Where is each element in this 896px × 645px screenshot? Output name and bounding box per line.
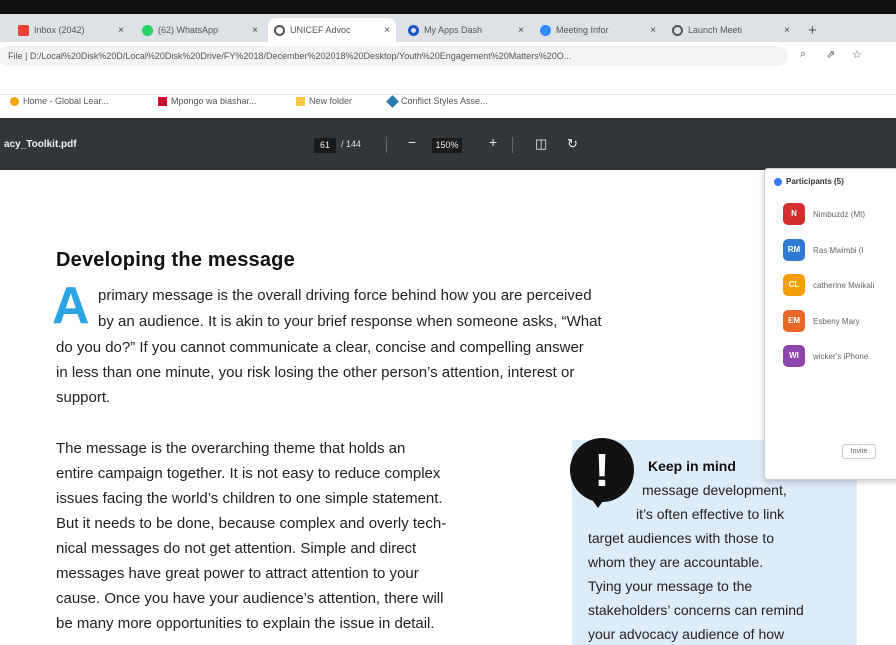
divider bbox=[512, 137, 513, 153]
paragraph-line: But it needs to be done, because complex… bbox=[56, 515, 447, 532]
exclamation-icon: ! bbox=[570, 438, 634, 502]
callout-line: whom they are accountable. bbox=[588, 554, 764, 570]
bookmark-conflict-styles[interactable]: Conflict Styles Asse... bbox=[386, 94, 488, 108]
avatar: WI bbox=[783, 345, 805, 367]
invite-button[interactable]: Invite bbox=[842, 444, 876, 459]
zoom-icon[interactable]: ⌕ bbox=[800, 48, 806, 61]
paragraph-line: support. bbox=[56, 389, 111, 406]
zoom-in-button[interactable]: + bbox=[489, 134, 497, 150]
tab-label: Inbox (2042) bbox=[34, 25, 85, 35]
page-total: / 144 bbox=[341, 139, 362, 149]
paragraph-line: by an audience. It is akin to your brief… bbox=[98, 313, 602, 330]
paragraph-line: nical messages do not get attention. Sim… bbox=[56, 540, 417, 557]
zoom-input[interactable]: 150% bbox=[432, 138, 462, 153]
share-icon[interactable]: ⇗ bbox=[826, 48, 835, 61]
bookmark-mpongo[interactable]: Mpongo wa biashar... bbox=[158, 96, 257, 106]
tab-label: Launch Meeti bbox=[688, 25, 743, 35]
callout-line: stakeholders’ concerns can remind bbox=[588, 602, 804, 618]
participants-title: Participants (5) bbox=[774, 177, 844, 186]
new-tab-button[interactable]: + bbox=[808, 22, 817, 39]
bookmark-home-global[interactable]: Home - Global Lear... bbox=[10, 96, 109, 106]
tab-label: My Apps Dash bbox=[424, 25, 483, 35]
participant-name: Ras Mwimbi (I bbox=[813, 245, 864, 255]
diamond-icon bbox=[386, 94, 399, 108]
gmail-icon bbox=[18, 24, 29, 36]
close-icon[interactable]: × bbox=[252, 25, 258, 36]
callout-line: message development, bbox=[642, 482, 787, 498]
participant-item[interactable]: RM Ras Mwimbi (I bbox=[783, 239, 864, 261]
avatar: CL bbox=[783, 274, 805, 296]
callout-line: target audiences with those to bbox=[588, 530, 775, 546]
zoom-icon bbox=[540, 24, 551, 36]
tab-whatsapp[interactable]: (62) WhatsApp × bbox=[136, 18, 264, 42]
tab-inbox[interactable]: Inbox (2042) × bbox=[12, 18, 130, 42]
paragraph-line: do you do?” If you cannot communicate a … bbox=[56, 339, 584, 356]
bookmark-icon bbox=[10, 96, 19, 106]
paragraph-line: primary message is the overall driving f… bbox=[98, 287, 592, 304]
folder-icon bbox=[296, 96, 305, 106]
paragraph-line: entire campaign together. It is not easy… bbox=[56, 465, 441, 482]
participant-name: Nimbuzdz (Mt) bbox=[813, 209, 866, 219]
participant-item[interactable]: CL catherine Mwikali bbox=[783, 274, 874, 296]
tab-my-apps[interactable]: My Apps Dash × bbox=[402, 18, 530, 42]
participant-name: catherine Mwikali bbox=[813, 280, 875, 290]
participant-name: Esbeny Mary bbox=[813, 316, 860, 326]
avatar: N bbox=[783, 203, 805, 225]
bookmark-icon bbox=[158, 96, 167, 106]
bookmark-new-folder[interactable]: New folder bbox=[296, 96, 352, 106]
paragraph-line: cause. Once you have your audience’s att… bbox=[56, 590, 444, 607]
close-icon[interactable]: × bbox=[118, 25, 124, 36]
paragraph-line: in less than one minute, you risk losing… bbox=[56, 364, 575, 381]
section-heading: Developing the message bbox=[56, 249, 295, 271]
callout-title: Keep in mind bbox=[648, 458, 736, 474]
participant-item[interactable]: WI wicker's iPhone bbox=[783, 345, 868, 367]
avatar: EM bbox=[783, 310, 805, 332]
fit-page-icon[interactable]: ◫ bbox=[535, 136, 547, 152]
close-icon[interactable]: × bbox=[650, 25, 656, 36]
participant-name: wicker's iPhone bbox=[813, 351, 869, 361]
zoom-out-button[interactable]: − bbox=[408, 134, 416, 150]
app-window: Inbox (2042) × (62) WhatsApp × UNICEF Ad… bbox=[0, 0, 896, 645]
divider bbox=[386, 137, 387, 153]
globe-icon bbox=[274, 24, 285, 36]
tab-meeting-info[interactable]: Meeting Infor × bbox=[534, 18, 662, 42]
tab-launch-meeting[interactable]: Launch Meeti × bbox=[666, 18, 796, 42]
tab-unicef-advocacy[interactable]: UNICEF Advoc × bbox=[268, 18, 396, 42]
close-icon[interactable]: × bbox=[518, 25, 524, 36]
paragraph-line: messages have great power to attract att… bbox=[56, 565, 419, 582]
paragraph-line: be many more opportunities to explain th… bbox=[56, 615, 435, 632]
avatar: RM bbox=[783, 239, 805, 261]
tab-label: Meeting Infor bbox=[556, 25, 609, 35]
page-number-input[interactable]: 61 bbox=[314, 138, 336, 153]
globe-icon bbox=[672, 24, 683, 36]
tab-label: UNICEF Advoc bbox=[290, 25, 351, 35]
participant-item[interactable]: N Nimbuzdz (Mt) bbox=[783, 203, 865, 225]
rotate-icon[interactable]: ↻ bbox=[567, 136, 578, 152]
address-bar[interactable]: File | D:/Local%20Disk%20D/Local%20Disk%… bbox=[0, 46, 788, 66]
pdf-filename: acy_Toolkit.pdf bbox=[4, 139, 77, 150]
participant-item[interactable]: EM Esbeny Mary bbox=[783, 310, 860, 332]
paragraph-line: issues facing the world’s children to on… bbox=[56, 490, 443, 507]
zoom-icon bbox=[774, 177, 782, 186]
close-icon[interactable]: × bbox=[784, 25, 790, 36]
bookmarks-bar bbox=[0, 72, 896, 95]
whatsapp-icon bbox=[142, 24, 153, 36]
okta-icon bbox=[408, 24, 419, 36]
star-icon[interactable]: ☆ bbox=[852, 48, 862, 61]
tab-label: (62) WhatsApp bbox=[158, 25, 219, 35]
callout-line: Tying your message to the bbox=[588, 578, 753, 594]
drop-cap: A bbox=[52, 277, 90, 335]
paragraph-line: The message is the overarching theme tha… bbox=[56, 440, 406, 457]
close-icon[interactable]: × bbox=[384, 25, 390, 36]
callout-line: it’s often effective to link bbox=[636, 506, 785, 522]
callout-line: your advocacy audience of how bbox=[588, 626, 785, 642]
